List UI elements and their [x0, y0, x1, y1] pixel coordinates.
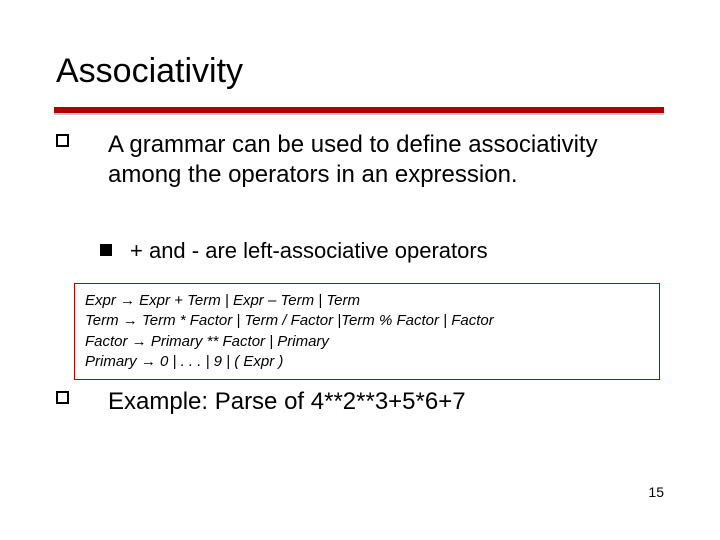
hollow-square-bullet-icon: [56, 391, 69, 404]
hollow-square-bullet-icon: [56, 134, 69, 147]
bullet-example-text: Example: Parse of 4**2**3+5*6+7: [78, 387, 663, 417]
bullet-level1-text: A grammar can be used to define associat…: [78, 130, 663, 190]
grammar-line-3: Factor → Primary ** Factor | Primary: [85, 332, 649, 352]
title-underline-gray: [54, 113, 664, 115]
grammar-line-1: Expr → Expr + Term | Expr – Term | Term: [85, 291, 649, 311]
bullet-level1: A grammar can be used to define associat…: [78, 130, 663, 190]
grammar-line-2: Term → Term * Factor | Term / Factor |Te…: [85, 311, 649, 331]
grammar-box: Expr → Expr + Term | Expr – Term | Term …: [74, 283, 660, 380]
bullet-level2: + and - are left-associative operators: [122, 238, 662, 264]
slide: Associativity A grammar can be used to d…: [0, 0, 720, 540]
bullet-example: Example: Parse of 4**2**3+5*6+7: [78, 387, 663, 417]
solid-square-bullet-icon: [100, 244, 112, 256]
slide-title: Associativity: [56, 52, 243, 91]
bullet-level2-text: + and - are left-associative operators: [122, 238, 662, 264]
page-number: 15: [648, 484, 664, 500]
grammar-line-4: Primary → 0 | . . . | 9 | ( Expr ): [85, 352, 649, 372]
